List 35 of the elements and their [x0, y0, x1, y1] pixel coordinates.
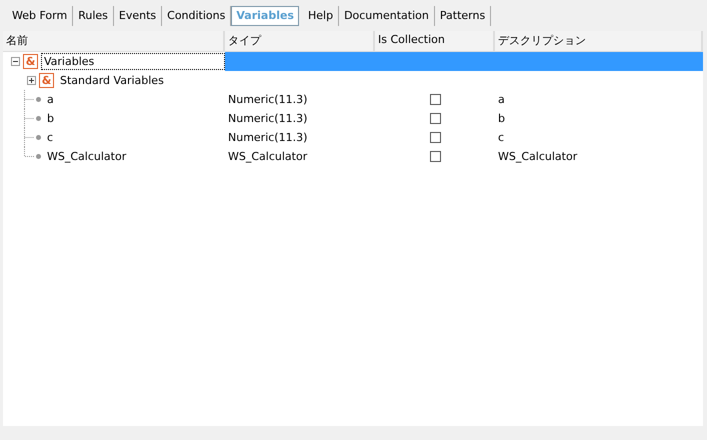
tab[interactable]: Documentation: [339, 6, 435, 26]
ampersand-icon: &: [39, 73, 54, 88]
type-cell: Numeric(11.3): [228, 131, 308, 144]
ampersand-icon: &: [23, 54, 38, 69]
type-cell: WS_Calculator: [228, 150, 308, 163]
tree-dot-icon: [36, 116, 41, 121]
description-cell: WS_Calculator: [498, 150, 578, 163]
tab[interactable]: Patterns: [434, 6, 492, 26]
checkbox[interactable]: [430, 94, 440, 105]
collapse-icon[interactable]: [11, 57, 20, 66]
variable-name[interactable]: a: [44, 91, 57, 108]
tree-dot-icon: [36, 154, 41, 159]
tab[interactable]: Rules: [73, 6, 114, 26]
description-cell: c: [498, 131, 504, 144]
column-header[interactable]: 名前: [3, 31, 225, 51]
expand-icon[interactable]: [27, 76, 36, 85]
variable-name[interactable]: Standard Variables: [57, 72, 167, 89]
checkbox[interactable]: [430, 113, 440, 124]
tab[interactable]: Help: [302, 6, 340, 26]
checkbox[interactable]: [430, 132, 440, 143]
tree-line: [24, 90, 36, 109]
tree-line: [24, 109, 36, 128]
variable-name[interactable]: b: [44, 110, 57, 127]
tree-dot-icon: [36, 135, 41, 140]
variable-name[interactable]: Variables: [41, 53, 225, 70]
tab[interactable]: Events: [114, 6, 162, 26]
checkbox[interactable]: [430, 151, 440, 162]
variable-name[interactable]: c: [44, 129, 56, 146]
tree-dot-icon: [36, 97, 41, 102]
description-cell: b: [498, 112, 505, 125]
variable-name[interactable]: WS_Calculator: [44, 148, 130, 165]
type-cell: Numeric(11.3): [228, 112, 308, 125]
tab[interactable]: Web Form: [7, 6, 74, 26]
type-cell: Numeric(11.3): [228, 93, 308, 106]
description-cell: a: [498, 93, 505, 106]
